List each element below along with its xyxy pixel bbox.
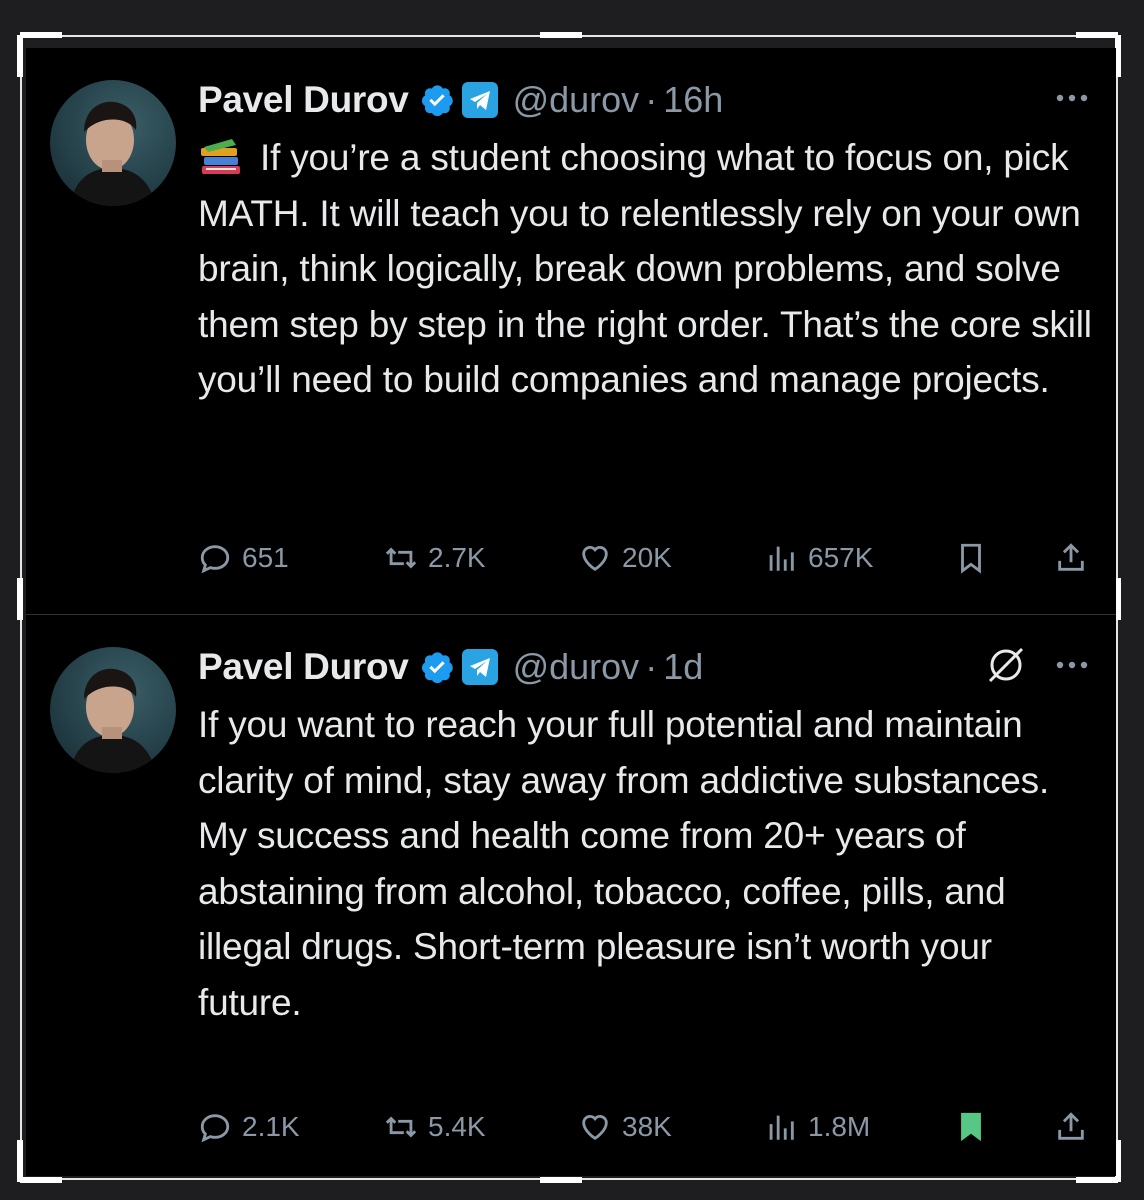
frame-handle [17,1140,23,1182]
author-handle[interactable]: @durov [513,79,640,121]
tweet-body: If you’re a student choosing what to foc… [198,137,1102,400]
separator-dot: · [645,646,658,687]
share-button[interactable] [1054,1103,1088,1151]
tweet-time[interactable]: 1d [663,646,703,688]
frame-handle [1076,1177,1118,1183]
reply-icon [200,1114,230,1143]
frame-handle [17,35,23,77]
like-count: 38K [622,1111,672,1142]
share-icon [1058,543,1084,571]
views-icon [769,546,794,571]
views-button[interactable]: 1.8M [764,1103,870,1151]
bookmark-filled-icon [961,1112,981,1142]
separator-dot: · [645,79,658,120]
tweet-time[interactable]: 16h [663,79,723,121]
repost-button[interactable]: 2.7K [384,534,486,582]
share-button[interactable] [1054,534,1088,582]
frame-handle [17,578,23,620]
frame-handle [540,32,582,38]
verified-badge-icon [421,652,453,684]
author-name[interactable]: Pavel Durov [198,646,409,688]
bookmark-icon [961,543,981,574]
frame-handle [20,1177,62,1183]
like-count: 20K [622,542,672,573]
tweet[interactable]: Pavel Durov @durov · 1d If you want to r… [26,615,1116,1176]
books-emoji-icon [201,139,240,174]
repost-icon [385,1116,417,1138]
bookmark-button[interactable] [954,534,988,582]
frame-handle [20,32,62,38]
action-bar: 651 2.7K 20K 657K [198,534,1098,582]
action-bar: 2.1K 5.4K 38K 1.8M [198,1103,1098,1151]
tweet-header: Pavel Durov @durov · 1d [198,645,703,689]
avatar[interactable] [50,647,176,773]
telegram-icon [461,82,498,118]
heart-icon [582,1115,608,1141]
avatar[interactable] [50,80,176,206]
author-handle[interactable]: @durov [513,646,640,688]
grok-icon[interactable] [984,643,1028,687]
frame-handle [540,1177,582,1183]
reply-icon [200,545,230,574]
tweet-body: If you want to reach your full potential… [198,704,1060,1023]
reply-button[interactable]: 651 [198,534,289,582]
view-count: 657K [808,542,874,573]
more-icon[interactable] [1052,653,1092,677]
tweet-text: If you’re a student choosing what to foc… [198,130,1098,408]
verified-badge-icon [421,85,453,117]
frame-handle [1076,32,1118,38]
timeline-panel: Pavel Durov @durov · 16h If you’re a stu… [26,48,1116,1176]
like-button[interactable]: 38K [578,1103,672,1151]
views-icon [769,1115,794,1140]
reply-count: 2.1K [242,1111,300,1142]
views-button[interactable]: 657K [764,534,873,582]
reply-count: 651 [242,542,289,573]
telegram-icon [461,649,498,685]
repost-icon [385,547,417,569]
more-icon[interactable] [1052,86,1092,110]
repost-count: 5.4K [428,1111,486,1142]
repost-button[interactable]: 5.4K [384,1103,486,1151]
heart-icon [582,546,608,572]
tweet[interactable]: Pavel Durov @durov · 16h If you’re a stu… [26,48,1116,615]
bookmark-button[interactable] [954,1103,988,1151]
tweet-text: If you want to reach your full potential… [198,697,1098,1030]
view-count: 1.8M [808,1111,871,1142]
like-button[interactable]: 20K [578,534,672,582]
share-icon [1058,1112,1084,1140]
reply-button[interactable]: 2.1K [198,1103,300,1151]
repost-count: 2.7K [428,542,486,573]
author-name[interactable]: Pavel Durov [198,79,409,121]
tweet-header: Pavel Durov @durov · 16h [198,78,723,122]
